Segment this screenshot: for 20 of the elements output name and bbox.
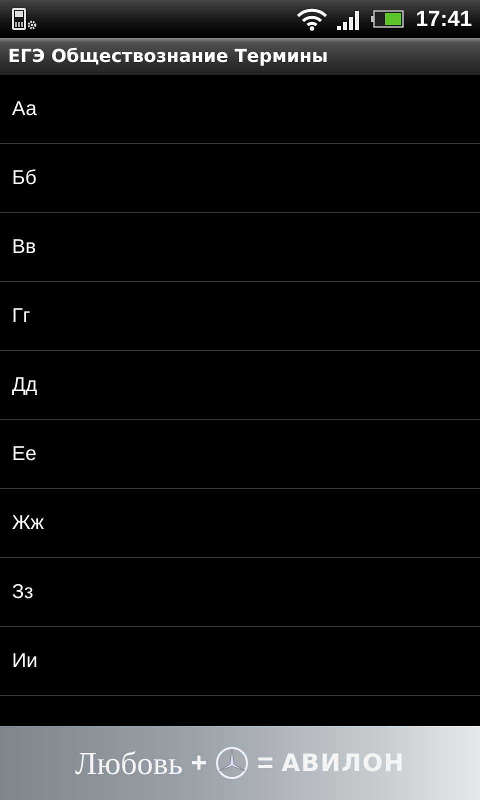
equals-sign: =	[257, 747, 274, 779]
ad-text: Любовь	[75, 744, 183, 782]
letter-list-item[interactable]: Гг	[0, 282, 480, 351]
letter-list-item[interactable]: Зз	[0, 558, 480, 627]
battery-icon	[370, 9, 404, 29]
letter-list-item[interactable]: Ее	[0, 420, 480, 489]
clock-time: 17:41	[416, 6, 472, 32]
app-title: ЕГЭ Обществознание Термины	[8, 46, 328, 67]
sd-card-gear-icon	[12, 7, 38, 31]
letter-list-item[interactable]: Вв	[0, 213, 480, 282]
star-in-circle-icon	[215, 746, 250, 780]
letter-list-item[interactable]: Дд	[0, 351, 480, 420]
wifi-icon	[296, 7, 328, 31]
letter-list-item[interactable]: Бб	[0, 144, 480, 213]
letter-list-item[interactable]: Ии	[0, 627, 480, 696]
brand-text: АВИЛОН	[281, 749, 405, 777]
letter-list-item[interactable]: Аа	[0, 75, 480, 144]
plus-sign: +	[190, 747, 208, 779]
signal-icon	[336, 8, 362, 30]
letter-list-item[interactable]: Жж	[0, 489, 480, 558]
